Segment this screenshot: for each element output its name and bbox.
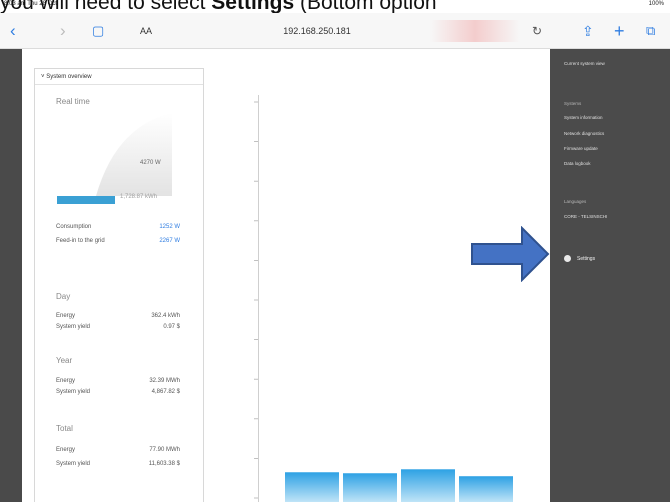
caption-prefix: you will need to select: [0, 0, 212, 14]
energy-bar-chart: [254, 101, 513, 502]
day-energy-value: 362.4 kWh: [151, 313, 180, 319]
consumption-value[interactable]: 1252 W: [120, 224, 180, 230]
sidebar-item-system-information[interactable]: System information: [564, 115, 603, 120]
chart-bar[interactable]: [401, 469, 455, 502]
feed-in-label: Feed-in to the grid: [56, 238, 105, 244]
gear-icon: [564, 255, 571, 262]
day-energy-label: Energy: [56, 313, 76, 319]
sidebar-item-firmware-update[interactable]: Firmware update: [564, 146, 598, 151]
chevron-left-icon[interactable]: ‹: [10, 13, 16, 49]
total-title: Total: [56, 424, 73, 433]
day-yield-value: 0.97 $: [163, 324, 180, 330]
consumption-label: Consumption: [56, 224, 92, 230]
left-dark-strip: [0, 49, 22, 502]
chevron-right-icon[interactable]: ›: [60, 13, 66, 49]
settings-label: Settings: [577, 255, 596, 262]
total-yield-label: System yield: [56, 461, 91, 467]
chart-bar[interactable]: [459, 476, 513, 502]
sidebar-section-systems: Systems: [564, 101, 582, 106]
meter-level-bar: [57, 196, 115, 204]
browser-toolbar: ‹ › ▢ AA 192.168.250.181 ↻ ⇪ + ⧉: [0, 13, 670, 49]
collapse-icon: ˅: [41, 74, 45, 80]
total-energy-label: Energy: [56, 447, 76, 453]
sidebar-item-network-diagnostics[interactable]: Network diagnostics: [564, 131, 604, 136]
total-energy-value: 77.90 MWh: [149, 447, 180, 453]
share-icon[interactable]: ⇪: [582, 13, 594, 49]
chart-bar[interactable]: [285, 472, 339, 502]
sidebar-section-languages: Languages: [564, 199, 587, 204]
tabs-icon[interactable]: ⧉: [646, 13, 655, 49]
chart-bar[interactable]: [343, 473, 397, 502]
book-icon[interactable]: ▢: [92, 13, 104, 49]
address-highlight: [430, 20, 520, 42]
panel-header-label: System overview: [46, 74, 92, 80]
panel-header[interactable]: ˅ System overview: [35, 69, 203, 85]
year-energy-value: 32.39 MWh: [149, 378, 180, 384]
year-yield-label: System yield: [56, 389, 91, 395]
total-yield-value: 11,603.38 $: [148, 461, 180, 467]
day-yield-label: System yield: [56, 324, 91, 330]
caption-suffix: (Bottom option: [294, 0, 437, 14]
meter-power-value: 4270 W: [140, 160, 161, 166]
real-time-title: Real time: [56, 97, 90, 106]
feed-in-value[interactable]: 2267 W: [120, 238, 180, 244]
caption-bold: Settings: [211, 0, 295, 14]
sidebar-item-settings[interactable]: Settings: [564, 255, 595, 262]
energy-meter: [56, 113, 172, 196]
plus-icon[interactable]: +: [614, 13, 625, 49]
meter-energy-label: 1,728.87 kWh: [120, 194, 158, 200]
reload-icon[interactable]: ↻: [532, 13, 542, 49]
year-yield-value: 4,867.82 $: [151, 389, 180, 395]
year-title: Year: [56, 356, 73, 365]
sidebar-item-data-logbook[interactable]: Data logbook: [564, 161, 591, 166]
year-energy-label: Energy: [56, 378, 76, 384]
settings-sidebar: Current system view Systems System infor…: [550, 49, 670, 502]
sidebar-item-language[interactable]: CORE - TELSINSCHI: [564, 214, 607, 219]
right-arrow-icon: [471, 226, 550, 282]
day-title: Day: [56, 292, 71, 301]
sidebar-item-current-view[interactable]: Current system view: [564, 61, 605, 66]
